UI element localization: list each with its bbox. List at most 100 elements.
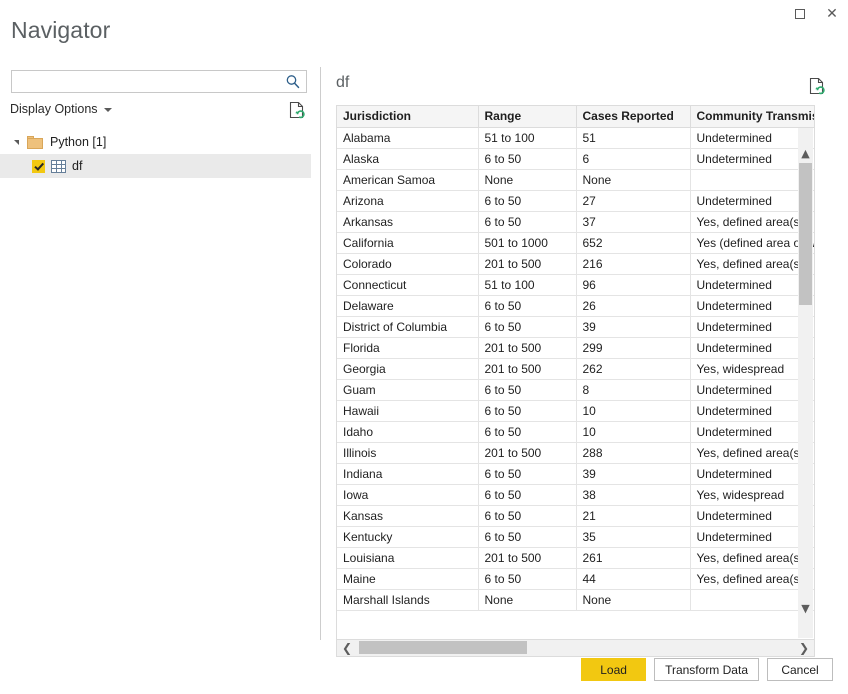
table-cell: Illinois bbox=[337, 442, 478, 463]
column-header[interactable]: Cases Reported bbox=[576, 106, 690, 127]
search-box[interactable] bbox=[11, 70, 307, 93]
table-cell: 299 bbox=[576, 337, 690, 358]
table-cell: 21 bbox=[576, 505, 690, 526]
page-title: Navigator bbox=[11, 17, 110, 44]
table-cell: 201 to 500 bbox=[478, 253, 576, 274]
table-cell: 6 to 50 bbox=[478, 526, 576, 547]
table-cell: 201 to 500 bbox=[478, 442, 576, 463]
chevron-down-icon bbox=[104, 108, 112, 112]
table-row[interactable]: Florida201 to 500299Undetermined bbox=[337, 337, 815, 358]
transform-data-button[interactable]: Transform Data bbox=[654, 658, 759, 681]
tree-node-python[interactable]: Python [1] bbox=[0, 130, 311, 154]
table-cell: Undetermined bbox=[690, 148, 815, 169]
tree-item-df[interactable]: df bbox=[0, 154, 311, 178]
table-cell: Undetermined bbox=[690, 421, 815, 442]
table-cell: 501 to 1000 bbox=[478, 232, 576, 253]
preview-title: df bbox=[336, 74, 349, 92]
vertical-scroll-thumb[interactable] bbox=[799, 163, 812, 305]
scroll-up-icon[interactable]: ▲ bbox=[798, 146, 813, 161]
table-cell: Florida bbox=[337, 337, 478, 358]
display-options-dropdown[interactable]: Display Options bbox=[10, 102, 112, 116]
table-row[interactable]: Idaho6 to 5010Undetermined bbox=[337, 421, 815, 442]
table-cell: 6 to 50 bbox=[478, 211, 576, 232]
table-cell: 26 bbox=[576, 295, 690, 316]
table-cell: Undetermined bbox=[690, 526, 815, 547]
table-row[interactable]: Delaware6 to 5026Undetermined bbox=[337, 295, 815, 316]
table-row[interactable]: Maine6 to 5044Yes, defined area(s) bbox=[337, 568, 815, 589]
scroll-right-icon[interactable]: ❯ bbox=[796, 640, 812, 655]
table-row[interactable]: American SamoaNoneNone bbox=[337, 169, 815, 190]
pane-divider bbox=[320, 67, 321, 640]
tree-item-label: df bbox=[72, 159, 82, 173]
table-row[interactable]: Kentucky6 to 5035Undetermined bbox=[337, 526, 815, 547]
table-cell: Delaware bbox=[337, 295, 478, 316]
table-row[interactable]: Guam6 to 508Undetermined bbox=[337, 379, 815, 400]
cancel-button[interactable]: Cancel bbox=[767, 658, 833, 681]
search-input[interactable] bbox=[12, 71, 282, 92]
table-row[interactable]: Kansas6 to 5021Undetermined bbox=[337, 505, 815, 526]
column-header[interactable]: Jurisdiction bbox=[337, 106, 478, 127]
horizontal-scrollbar[interactable]: ❮ ❯ bbox=[336, 640, 815, 657]
expand-collapse-icon[interactable] bbox=[14, 140, 19, 145]
table-cell: None bbox=[576, 589, 690, 610]
column-header[interactable]: Range bbox=[478, 106, 576, 127]
table-row[interactable]: Louisiana201 to 500261Yes, defined area(… bbox=[337, 547, 815, 568]
table-row[interactable]: Hawaii6 to 5010Undetermined bbox=[337, 400, 815, 421]
table-row[interactable]: Arizona6 to 5027Undetermined bbox=[337, 190, 815, 211]
table-row[interactable]: Illinois201 to 500288Yes, defined area(s… bbox=[337, 442, 815, 463]
table-cell: Connecticut bbox=[337, 274, 478, 295]
table-row[interactable]: California501 to 1000652Yes (defined are… bbox=[337, 232, 815, 253]
table-row[interactable]: Connecticut51 to 10096Undetermined bbox=[337, 274, 815, 295]
table-cell bbox=[690, 169, 815, 190]
table-cell: Kentucky bbox=[337, 526, 478, 547]
table-cell: Louisiana bbox=[337, 547, 478, 568]
table-cell: 6 to 50 bbox=[478, 316, 576, 337]
table-row[interactable]: Georgia201 to 500262Yes, widespread bbox=[337, 358, 815, 379]
preview-table: JurisdictionRangeCases ReportedCommunity… bbox=[337, 106, 815, 611]
table-row[interactable]: Colorado201 to 500216Yes, defined area(s… bbox=[337, 253, 815, 274]
load-button[interactable]: Load bbox=[581, 658, 646, 681]
table-row[interactable]: Alaska6 to 506Undetermined bbox=[337, 148, 815, 169]
tree-node-label: Python [1] bbox=[50, 135, 106, 149]
table-row[interactable]: Marshall IslandsNoneNone bbox=[337, 589, 815, 610]
checkbox-df[interactable] bbox=[32, 160, 45, 173]
table-cell: 6 to 50 bbox=[478, 463, 576, 484]
table-cell: 262 bbox=[576, 358, 690, 379]
maximize-button[interactable] bbox=[784, 0, 816, 28]
table-cell: 51 to 100 bbox=[478, 274, 576, 295]
table-cell: Georgia bbox=[337, 358, 478, 379]
table-cell: Iowa bbox=[337, 484, 478, 505]
table-row[interactable]: Arkansas6 to 5037Yes, defined area(s) bbox=[337, 211, 815, 232]
table-cell: 51 to 100 bbox=[478, 127, 576, 148]
table-body: Alabama51 to 10051UndeterminedAlaska6 to… bbox=[337, 127, 815, 610]
table-header-row: JurisdictionRangeCases ReportedCommunity… bbox=[337, 106, 815, 127]
maximize-icon bbox=[795, 9, 805, 19]
preview-refresh-icon[interactable] bbox=[807, 76, 827, 96]
table-cell: Idaho bbox=[337, 421, 478, 442]
table-cell: 6 to 50 bbox=[478, 421, 576, 442]
table-row[interactable]: District of Columbia6 to 5039Undetermine… bbox=[337, 316, 815, 337]
table-row[interactable]: Alabama51 to 10051Undetermined bbox=[337, 127, 815, 148]
table-cell: Yes (defined area or widespread) bbox=[690, 232, 815, 253]
scroll-left-icon[interactable]: ❮ bbox=[339, 640, 355, 655]
table-row[interactable]: Iowa6 to 5038Yes, widespread bbox=[337, 484, 815, 505]
folder-icon bbox=[27, 136, 43, 149]
search-icon[interactable] bbox=[284, 73, 302, 90]
close-button[interactable]: ✕ bbox=[816, 0, 848, 28]
source-tree: Python [1] df bbox=[0, 130, 311, 178]
table-cell: American Samoa bbox=[337, 169, 478, 190]
vertical-scrollbar[interactable]: ▲ ▼ bbox=[798, 128, 813, 638]
table-cell: 96 bbox=[576, 274, 690, 295]
horizontal-scroll-thumb[interactable] bbox=[359, 641, 527, 654]
table-cell: Arizona bbox=[337, 190, 478, 211]
refresh-icon[interactable] bbox=[287, 100, 307, 120]
table-cell: 201 to 500 bbox=[478, 547, 576, 568]
column-header[interactable]: Community Transmission bbox=[690, 106, 815, 127]
table-cell: Undetermined bbox=[690, 337, 815, 358]
scroll-down-icon[interactable]: ▼ bbox=[798, 601, 813, 616]
table-cell: 10 bbox=[576, 421, 690, 442]
table-cell: 652 bbox=[576, 232, 690, 253]
table-cell: 6 to 50 bbox=[478, 400, 576, 421]
table-cell: 44 bbox=[576, 568, 690, 589]
table-row[interactable]: Indiana6 to 5039Undetermined bbox=[337, 463, 815, 484]
